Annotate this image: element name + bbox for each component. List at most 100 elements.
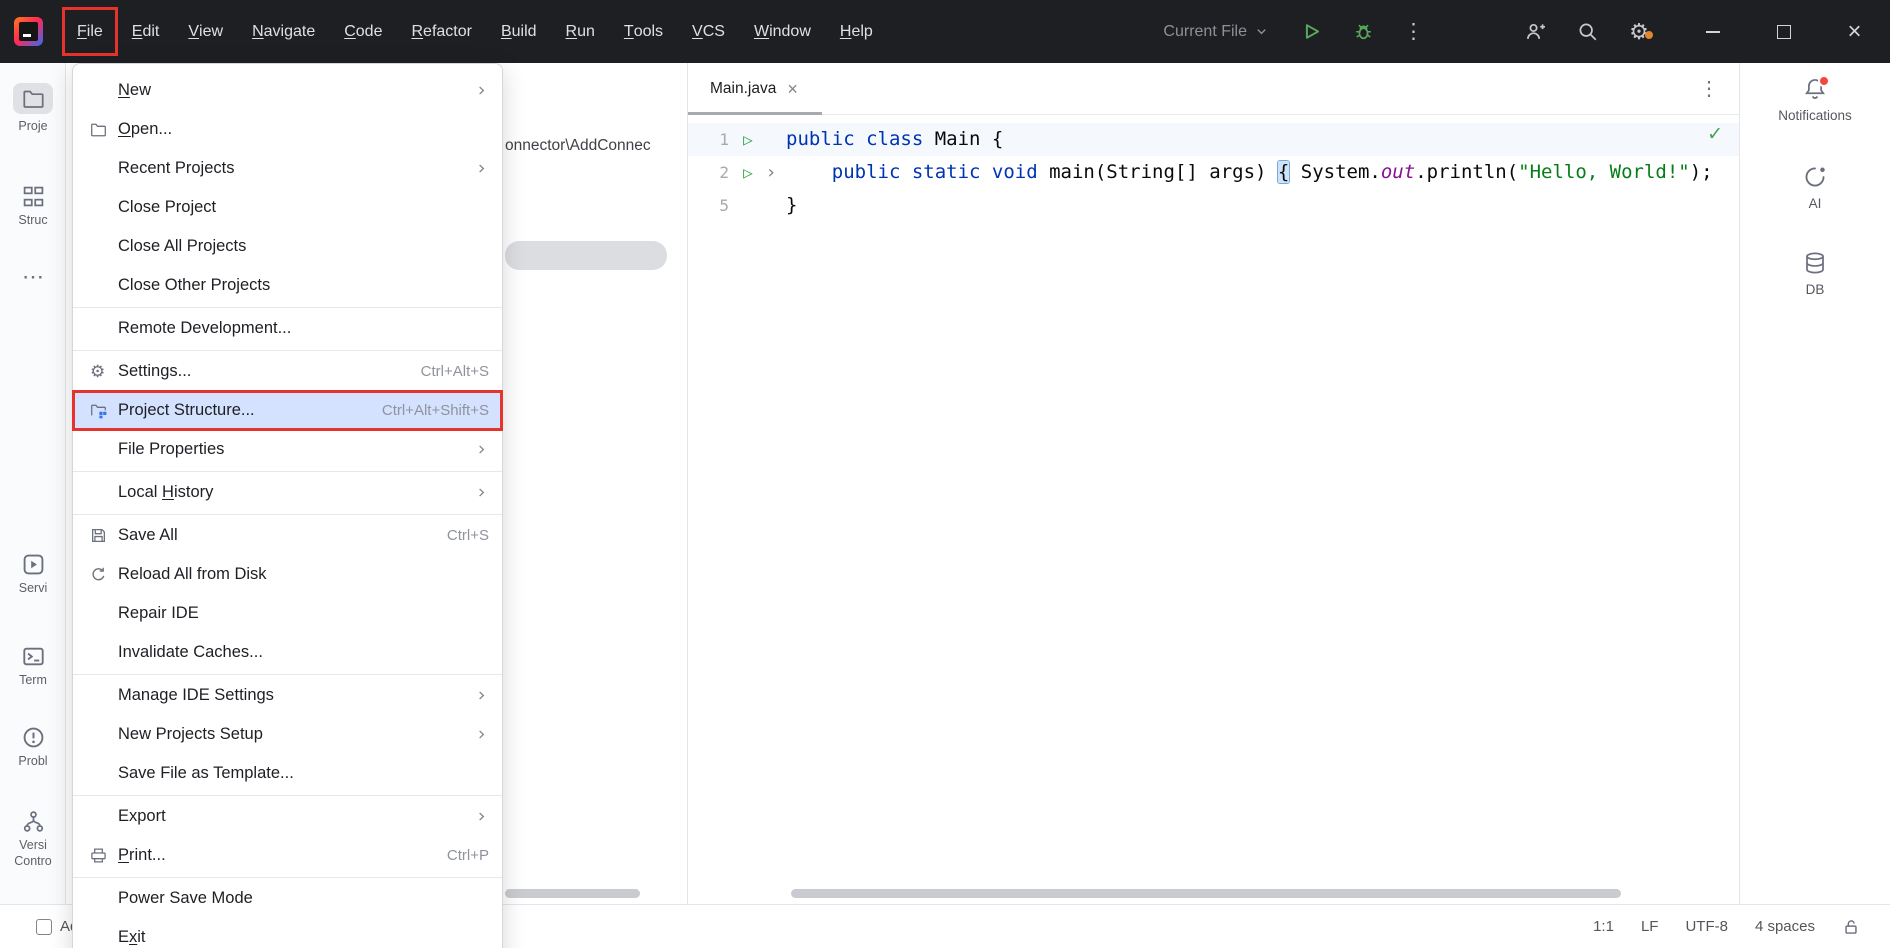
menu-separator (73, 307, 502, 308)
menu-item-recent-projects[interactable]: Recent Projects (73, 149, 502, 188)
code-line: 2▷› public static void main(String[] arg… (688, 156, 1739, 189)
tool-window-button-notifications[interactable]: Notifications (1740, 77, 1890, 123)
close-button[interactable]: × (1819, 0, 1890, 63)
menu-help[interactable]: Help (828, 10, 885, 53)
line-number[interactable]: 5 (688, 189, 729, 222)
close-tab-icon[interactable]: × (787, 80, 798, 98)
menu-item-new-projects-setup[interactable]: New Projects Setup (73, 715, 502, 754)
menu-window[interactable]: Window (742, 10, 823, 53)
caret-position[interactable]: 1:1 (1593, 918, 1614, 935)
line-separator[interactable]: LF (1641, 918, 1659, 935)
gear-icon: ⚙ (90, 363, 118, 380)
tool-window-button-terminal[interactable]: Term (0, 645, 66, 689)
readonly-lock-icon[interactable] (1842, 918, 1860, 936)
menu-item-close-all-projects[interactable]: Close All Projects (73, 227, 502, 266)
intellij-logo-mark (23, 34, 31, 37)
editor-horizontal-scrollbar[interactable] (791, 889, 1621, 898)
inspections-check-icon[interactable]: ✓ (1707, 123, 1723, 146)
tool-window-button-problems[interactable]: Probl (0, 726, 66, 770)
maximize-button[interactable] (1748, 0, 1819, 63)
menu-item-remote-development[interactable]: Remote Development... (73, 309, 502, 348)
menu-item-label: Local History (118, 483, 213, 502)
tool-window-button-version-control[interactable]: Versi Contro (0, 810, 66, 869)
search-icon[interactable] (1575, 21, 1599, 42)
tool-window-button-structure[interactable]: Struc (0, 185, 66, 229)
menu-vcs[interactable]: VCS (680, 10, 737, 53)
run-button[interactable] (1299, 21, 1323, 42)
tool-window-button-services[interactable]: Servi (0, 553, 66, 597)
tool-window-button-database[interactable]: DB (1740, 251, 1890, 297)
tab-main-java[interactable]: Main.java × (688, 63, 822, 115)
tool-window-label: Versi Contro (7, 838, 59, 869)
menu-item-save-file-as-template[interactable]: Save File as Template... (73, 754, 502, 793)
indent-config[interactable]: 4 spaces (1755, 918, 1815, 935)
gutter-fold-slot (761, 189, 781, 222)
tool-window-label: DB (1806, 282, 1825, 297)
menu-separator (73, 471, 502, 472)
menu-build[interactable]: Build (489, 10, 549, 53)
menu-file[interactable]: File (65, 10, 115, 53)
line-number[interactable]: 1 (688, 123, 729, 156)
titlebar: FileEditViewNavigateCodeRefactorBuildRun… (0, 0, 1890, 63)
maximize-icon (1777, 25, 1791, 39)
folder-icon (90, 121, 118, 138)
project-horizontal-scrollbar[interactable] (505, 889, 640, 898)
menu-tools[interactable]: Tools (612, 10, 675, 53)
file-encoding[interactable]: UTF-8 (1685, 918, 1728, 935)
code-line: 1▷ public class Main { (688, 123, 1739, 156)
menu-item-close-project[interactable]: Close Project (73, 188, 502, 227)
menu-item-label: Invalidate Caches... (118, 643, 263, 662)
menu-item-print[interactable]: Print...Ctrl+P (73, 836, 502, 875)
ai-icon (1803, 165, 1827, 189)
intellij-logo[interactable] (14, 17, 43, 46)
menu-edit[interactable]: Edit (120, 10, 172, 53)
menu-item-file-properties[interactable]: File Properties (73, 430, 502, 469)
menu-view[interactable]: View (176, 10, 235, 53)
menu-navigate[interactable]: Navigate (240, 10, 327, 53)
run-line-icon[interactable]: ▷ (735, 123, 761, 156)
project-tree-item[interactable]: onnector\AddConnec (505, 137, 687, 161)
tool-window-button-project[interactable]: Proje (0, 83, 66, 135)
menu-code[interactable]: Code (332, 10, 394, 53)
code-text: public static void main(String[] args) {… (786, 156, 1713, 189)
tool-window-button-ai-assistant[interactable]: AI (1740, 165, 1890, 211)
editor-options-icon[interactable]: ⋮ (1699, 76, 1719, 101)
fold-chevron-icon[interactable]: › (761, 156, 781, 189)
menu-item-save-all[interactable]: Save AllCtrl+S (73, 516, 502, 555)
code-editor[interactable]: 1▷public class Main {2▷› public static v… (688, 115, 1739, 904)
tool-window-button-more-tool-windows[interactable]: ⋯ (0, 266, 66, 288)
menu-item-open[interactable]: Open... (73, 110, 502, 149)
run-config-label: Current File (1163, 23, 1247, 41)
menu-item-exit[interactable]: Exit (73, 918, 502, 948)
menu-item-local-history[interactable]: Local History (73, 473, 502, 512)
left-tool-strip: Proje Struc ⋯ Servi Term Probl Versi Contro (0, 63, 66, 904)
menu-item-repair-ide[interactable]: Repair IDE (73, 594, 502, 633)
menu-item-invalidate-caches[interactable]: Invalidate Caches... (73, 633, 502, 672)
run-line-icon[interactable]: ▷ (735, 156, 761, 189)
menu-item-new[interactable]: New (73, 71, 502, 110)
menu-run[interactable]: Run (554, 10, 607, 53)
line-number[interactable]: 2 (688, 156, 729, 189)
menu-item-project-structure[interactable]: Project Structure...Ctrl+Alt+Shift+S (73, 391, 502, 430)
code-with-me-icon[interactable] (1523, 21, 1547, 42)
menu-item-reload-all-from-disk[interactable]: Reload All from Disk (73, 555, 502, 594)
menu-item-close-other-projects[interactable]: Close Other Projects (73, 266, 502, 305)
menu-item-power-save-mode[interactable]: Power Save Mode (73, 879, 502, 918)
chevron-right-icon (474, 442, 489, 457)
settings-gear-icon[interactable]: ⚙ (1627, 21, 1651, 43)
minimize-button[interactable] (1677, 0, 1748, 63)
code-text: public class Main { (786, 123, 1003, 156)
menu-item-settings[interactable]: ⚙Settings...Ctrl+Alt+S (73, 352, 502, 391)
menu-item-manage-ide-settings[interactable]: Manage IDE Settings (73, 676, 502, 715)
menu-item-label: New (118, 81, 151, 100)
run-configuration-selector[interactable]: Current File (1163, 23, 1269, 41)
db-icon (1803, 251, 1827, 275)
debug-button[interactable] (1351, 21, 1375, 42)
tool-window-label: Servi (19, 581, 47, 597)
menu-item-export[interactable]: Export (73, 797, 502, 836)
menu-refactor[interactable]: Refactor (399, 10, 483, 53)
menu-shortcut: Ctrl+Alt+Shift+S (382, 402, 489, 419)
gutter-spacer (735, 189, 761, 222)
loading-placeholder (505, 241, 667, 270)
more-actions-icon[interactable]: ⋮ (1403, 19, 1423, 44)
